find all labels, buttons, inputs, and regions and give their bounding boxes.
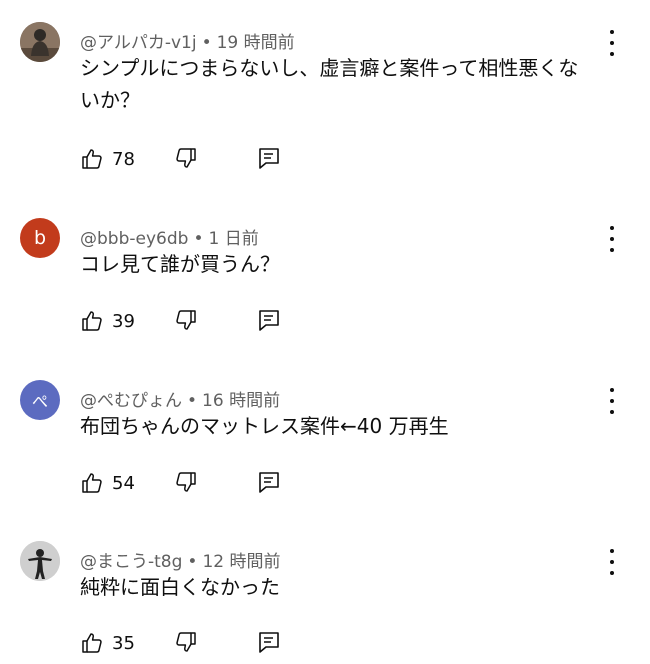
comment-item: @アルパカ-v1j • 19 時間前 シンプルにつまらないし、虚言癖と案件って相性悪… bbox=[0, 22, 650, 182]
comment-text: 布団ちゃんのマットレス案件←40 万再生 bbox=[80, 414, 449, 438]
more-options-icon[interactable] bbox=[602, 226, 622, 252]
thumbs-down-icon bbox=[176, 632, 196, 652]
comment-actions: 54 bbox=[80, 468, 279, 498]
comment-item: ぺ @ぺむぴょん • 16 時間前 布団ちゃんのマットレス案件←40 万再生 54 bbox=[0, 380, 650, 510]
comment-time[interactable]: 16 時間前 bbox=[202, 391, 280, 411]
dislike-button[interactable] bbox=[174, 308, 198, 332]
person-photo-icon bbox=[20, 22, 60, 62]
reply-button[interactable] bbox=[258, 470, 280, 494]
thumbs-up-icon bbox=[82, 311, 102, 331]
more-options-icon[interactable] bbox=[602, 549, 622, 575]
reply-icon bbox=[259, 472, 279, 493]
comment-meta: @bbb-ey6db • 1 日前 bbox=[80, 229, 259, 249]
comment-author[interactable]: @ぺむぴょん bbox=[80, 391, 182, 411]
comment-actions: 35 bbox=[80, 628, 279, 658]
comment-author[interactable]: @アルパカ-v1j bbox=[80, 33, 197, 53]
reply-icon bbox=[259, 148, 279, 169]
reply-icon bbox=[259, 310, 279, 331]
thumbs-up-icon bbox=[82, 473, 102, 493]
reply-button[interactable] bbox=[258, 308, 280, 332]
like-button[interactable]: 39 bbox=[80, 309, 135, 333]
dislike-button[interactable] bbox=[174, 146, 198, 170]
reply-button[interactable] bbox=[258, 630, 280, 654]
thumbs-down-icon bbox=[176, 310, 196, 330]
comment-time[interactable]: 1 日前 bbox=[208, 229, 258, 249]
avatar-letter: b bbox=[33, 227, 47, 249]
comment-item: b @bbb-ey6db • 1 日前 コレ見て誰が買うん？ 39 bbox=[0, 218, 650, 348]
comment-actions: 78 bbox=[80, 144, 279, 174]
reply-icon bbox=[259, 632, 279, 653]
like-count: 35 bbox=[112, 632, 135, 654]
comment-text: 純粋に面白くなかった bbox=[80, 575, 280, 599]
like-button[interactable]: 54 bbox=[80, 471, 135, 495]
like-button[interactable]: 78 bbox=[80, 147, 135, 171]
comment-item: @まこう-t8g • 12 時間前 純粋に面白くなかった 35 bbox=[0, 541, 650, 664]
more-options-icon[interactable] bbox=[602, 30, 622, 56]
avatar[interactable]: b bbox=[20, 218, 60, 258]
comment-text: シンプルにつまらないし、虚言癖と案件って相性悪くないか？ bbox=[80, 56, 579, 112]
avatar[interactable] bbox=[20, 541, 60, 581]
comment-meta: @ぺむぴょん • 16 時間前 bbox=[80, 391, 281, 411]
avatar-letter: ぺ bbox=[31, 392, 48, 411]
thumbs-down-icon bbox=[176, 472, 196, 492]
like-button[interactable]: 35 bbox=[80, 631, 135, 655]
avatar[interactable]: ぺ bbox=[20, 380, 60, 420]
dislike-button[interactable] bbox=[174, 630, 198, 654]
thumbs-up-icon bbox=[82, 149, 102, 169]
comment-author[interactable]: @bbb-ey6db bbox=[80, 229, 188, 249]
comment-meta: @まこう-t8g • 12 時間前 bbox=[80, 552, 281, 572]
more-options-icon[interactable] bbox=[602, 388, 622, 414]
comment-actions: 39 bbox=[80, 306, 279, 336]
like-count: 39 bbox=[112, 310, 135, 332]
thumbs-down-icon bbox=[176, 148, 196, 168]
comment-time[interactable]: 12 時間前 bbox=[202, 552, 280, 572]
comment-text: コレ見て誰が買うん？ bbox=[80, 252, 280, 276]
person-photo-icon bbox=[20, 541, 60, 581]
like-count: 78 bbox=[112, 148, 135, 170]
avatar[interactable] bbox=[20, 22, 60, 62]
comment-meta: @アルパカ-v1j • 19 時間前 bbox=[80, 33, 295, 53]
comment-author[interactable]: @まこう-t8g bbox=[80, 552, 182, 572]
thumbs-up-icon bbox=[82, 633, 102, 653]
reply-button[interactable] bbox=[258, 146, 280, 170]
comment-time[interactable]: 19 時間前 bbox=[217, 33, 295, 53]
dislike-button[interactable] bbox=[174, 470, 198, 494]
like-count: 54 bbox=[112, 472, 135, 494]
